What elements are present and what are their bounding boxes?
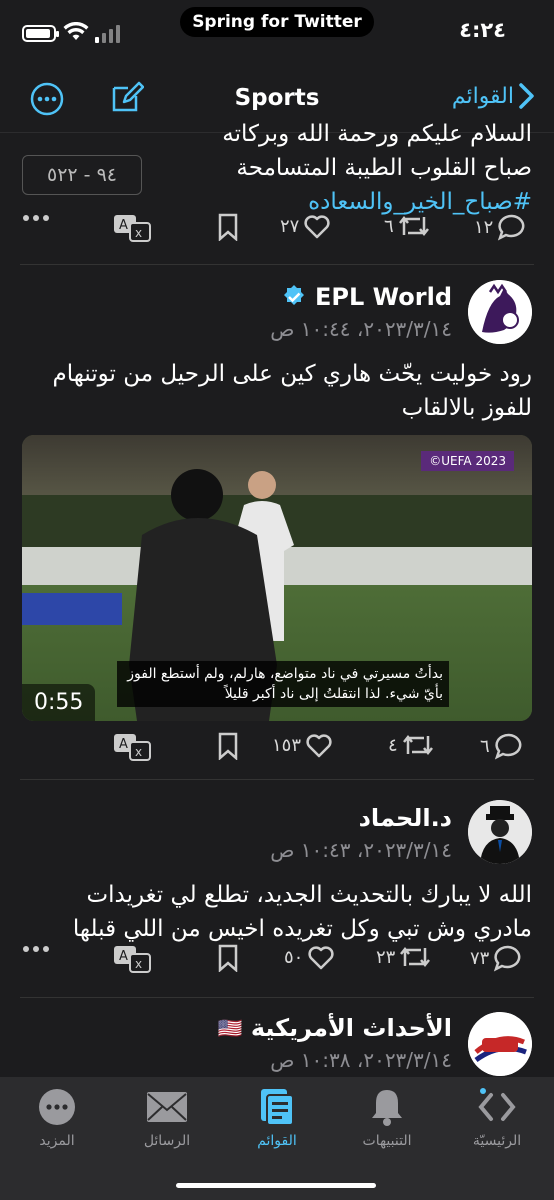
tweet-timestamp: ٢٠٢٣/٣/١٤، ١٠:٤٣ ص: [270, 838, 452, 862]
wifi-icon: [63, 22, 89, 40]
reply-count: ٦: [480, 735, 490, 757]
heart-icon: [306, 734, 332, 758]
avatar[interactable]: [468, 280, 532, 344]
tweet[interactable]: د.الحماد ٢٠٢٣/٣/١٤، ١٠:٤٣ ص الله لا يبار…: [0, 780, 554, 998]
active-app-pill[interactable]: Spring for Twitter: [180, 7, 374, 37]
verified-badge-icon: [284, 285, 305, 305]
us-flag-icon: 🇺🇸: [217, 1016, 243, 1040]
svg-text:x: x: [135, 745, 142, 759]
like-count: ١٥٣: [272, 734, 302, 756]
author-name-row[interactable]: الأحداث الأمريكية 🇺🇸: [218, 1014, 452, 1042]
back-button[interactable]: القوائم: [452, 82, 536, 110]
mail-icon: [147, 1092, 187, 1122]
tab-notifications[interactable]: التنبيهات: [332, 1087, 442, 1149]
tab-lists[interactable]: القوائم: [222, 1087, 332, 1149]
retweet-icon: [400, 946, 431, 968]
tab-label: التنبيهات: [362, 1133, 412, 1149]
bookmark-icon[interactable]: [218, 213, 238, 241]
avatar[interactable]: [468, 1012, 532, 1076]
translate-icon[interactable]: Ax: [112, 944, 152, 974]
tab-label: المزيد: [39, 1133, 75, 1149]
video-subtitle: بدأتُ مسيرتي في ناد متواضع، هارلم، ولم أ…: [117, 661, 449, 707]
tweet-actions: Ax ١٥٣ ٤ ٦: [22, 732, 532, 766]
author-name: الأحداث الأمريكية: [250, 1014, 452, 1042]
retweet-button[interactable]: ٢٣: [376, 944, 431, 970]
svg-text:A: A: [119, 949, 128, 964]
author-name-row[interactable]: EPL World: [281, 283, 452, 311]
tab-label: القوائم: [257, 1133, 297, 1149]
svg-text:x: x: [135, 226, 142, 240]
tab-bar: المزيد الرسائل القوائم التنبيهات الرئيسي…: [0, 1077, 554, 1200]
retweet-icon: [402, 734, 433, 756]
tweet[interactable]: EPL World ٢٠٢٣/٣/١٤، ١٠:٤٤ ص رود خوليت ي…: [0, 265, 554, 780]
reply-icon: [498, 214, 525, 241]
ratio-badge: ٩٤ - ٥٢٢: [22, 155, 142, 195]
retweet-count: ٤: [388, 734, 398, 756]
reply-icon: [494, 733, 522, 760]
status-bar: Spring for Twitter ٤:٢٤: [0, 0, 554, 60]
like-count: ٥٠: [284, 946, 304, 968]
tweet-text-line: السلام عليكم ورحمة الله وبركاته: [222, 121, 532, 147]
reply-button[interactable]: ٦: [480, 732, 524, 760]
home-icon: [478, 1088, 516, 1121]
translate-icon[interactable]: Ax: [112, 732, 152, 762]
tweet[interactable]: الأحداث الأمريكية 🇺🇸 ٢٠٢٣/٣/١٤، ١٠:٣٨ ص: [0, 998, 554, 1077]
tab-more[interactable]: المزيد: [2, 1087, 112, 1149]
like-button[interactable]: ٢٧: [280, 213, 331, 239]
more-icon[interactable]: [22, 944, 50, 954]
tweet-actions: Ax ٥٠ ٢٣ ٧٣: [22, 944, 532, 978]
tweet-text: رود خوليت يحّث هاري كين على الرحيل من تو…: [52, 361, 532, 421]
tweet[interactable]: السلام عليكم ورحمة الله وبركاته صباح الق…: [0, 121, 554, 265]
video-duration: 0:55: [22, 684, 96, 721]
reply-icon: [494, 945, 521, 972]
bookmark-icon[interactable]: [218, 732, 238, 760]
heart-icon: [308, 946, 334, 970]
author-name: EPL World: [315, 283, 452, 311]
heart-icon: [304, 215, 330, 239]
bell-icon: [372, 1090, 402, 1126]
chevron-right-icon: [519, 83, 534, 109]
back-label: القوائم: [451, 83, 514, 109]
like-button[interactable]: ١٥٣: [272, 732, 333, 758]
tweet-actions: Ax ٢٧ ٦ ١٢: [22, 213, 532, 247]
tab-messages[interactable]: الرسائل: [112, 1087, 222, 1149]
retweet-button[interactable]: ٤: [388, 732, 434, 758]
svg-text:A: A: [119, 218, 128, 233]
avatar[interactable]: [468, 800, 532, 864]
battery-icon: [22, 25, 59, 42]
retweet-count: ٦: [384, 215, 394, 237]
retweet-count: ٢٣: [376, 946, 396, 968]
bookmark-icon[interactable]: [218, 944, 238, 972]
signal-icon: [95, 25, 120, 43]
more-icon[interactable]: [22, 213, 50, 223]
lists-icon: [261, 1089, 294, 1126]
tweet-text: الله لا يبارك بالتحديث الجديد، تطلع لي ت…: [72, 882, 532, 942]
svg-text:A: A: [119, 737, 128, 752]
tweet-timestamp: ٢٠٢٣/٣/١٤، ١٠:٣٨ ص: [270, 1048, 452, 1072]
like-button[interactable]: ٥٠: [284, 944, 335, 970]
author-name[interactable]: د.الحماد: [359, 804, 452, 832]
home-indicator: [176, 1183, 376, 1188]
reply-button[interactable]: ٧٣: [470, 944, 523, 972]
retweet-icon: [398, 215, 429, 237]
tab-label: الرئيسيّة: [472, 1133, 522, 1149]
tab-label: الرسائل: [143, 1133, 191, 1149]
tweet-timestamp: ٢٠٢٣/٣/١٤، ١٠:٤٤ ص: [270, 317, 452, 341]
video-player[interactable]: ©UEFA 2023 بدأتُ مسيرتي في ناد متواضع، ه…: [22, 435, 532, 721]
reply-count: ٧٣: [470, 947, 490, 969]
tab-home[interactable]: الرئيسيّة: [442, 1087, 552, 1149]
retweet-button[interactable]: ٦: [384, 213, 430, 239]
more-icon: [39, 1089, 75, 1125]
like-count: ٢٧: [280, 215, 300, 237]
clock: ٤:٢٤: [459, 18, 506, 42]
svg-text:x: x: [135, 957, 142, 971]
translate-icon[interactable]: Ax: [112, 213, 152, 243]
reply-button[interactable]: ١٢: [474, 213, 527, 241]
reply-count: ١٢: [474, 216, 494, 238]
copyright-badge: ©UEFA 2023: [421, 451, 514, 471]
